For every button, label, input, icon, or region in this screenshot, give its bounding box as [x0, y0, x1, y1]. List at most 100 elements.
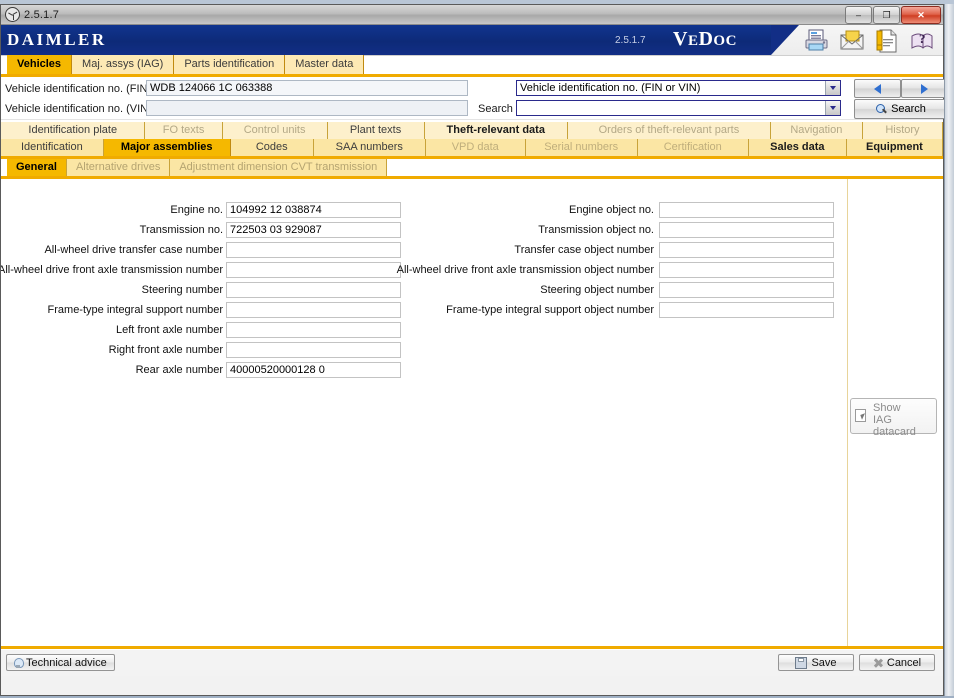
close-x-icon — [873, 658, 883, 668]
tab-certification[interactable]: Certification — [637, 139, 749, 156]
awd-front-axle-transmission-object-number-input[interactable] — [659, 262, 834, 278]
awd-transfer-case-number-input[interactable] — [226, 242, 401, 258]
field-row-awd-front-axle-transmission-object-number: All-wheel drive front axle transmission … — [397, 262, 654, 279]
tab-maj-assys-iag[interactable]: Maj. assys (IAG) — [72, 55, 175, 74]
help-icon[interactable]: ? — [909, 28, 935, 54]
maximize-button[interactable]: ❐ — [873, 6, 900, 24]
tertiary-tab-bar: General Alternative drives Adjustment di… — [1, 159, 943, 179]
rear-axle-number-input[interactable] — [226, 362, 401, 378]
tab-parts-identification[interactable]: Parts identification — [174, 55, 286, 74]
lightbulb-icon — [14, 657, 24, 668]
tab-codes[interactable]: Codes — [230, 139, 314, 156]
tab-serial-numbers[interactable]: Serial numbers — [525, 139, 638, 156]
tab-equipment[interactable]: Equipment — [846, 139, 944, 156]
frame-type-integral-support-number-label: Frame-type integral support number — [47, 304, 223, 316]
mail-icon[interactable] — [839, 28, 865, 54]
cancel-button[interactable]: Cancel — [859, 654, 935, 671]
field-row-awd-front-axle-transmission-number: All-wheel drive front axle transmission … — [1, 262, 223, 279]
arrow-right-icon — [921, 83, 928, 94]
awd-front-axle-transmission-number-input[interactable] — [226, 262, 401, 278]
field-row-engine-object-no: Engine object no. — [404, 202, 654, 219]
steering-object-number-label: Steering object number — [540, 284, 654, 296]
daimler-wordmark: DAIMLER — [7, 30, 107, 49]
show-iag-datacard-line1: Show — [873, 402, 901, 414]
technical-advice-button[interactable]: Technical advice — [6, 654, 115, 671]
transmission-object-no-input[interactable] — [659, 222, 834, 238]
tab-vehicles[interactable]: Vehicles — [7, 55, 73, 74]
tab-identification-plate[interactable]: Identification plate — [1, 122, 146, 139]
engine-no-label: Engine no. — [170, 204, 223, 216]
tab-history[interactable]: History — [862, 122, 944, 139]
banner-blue-shape — [1, 25, 799, 55]
right-front-axle-number-input[interactable] — [226, 342, 401, 358]
banner-icon-group: ? — [804, 26, 935, 55]
minimize-button[interactable]: – — [845, 6, 872, 24]
tab-control-units[interactable]: Control units — [222, 122, 328, 139]
tab-major-assemblies[interactable]: Major assemblies — [103, 139, 231, 156]
tab-identification[interactable]: Identification — [1, 139, 104, 156]
tab-master-data[interactable]: Master data — [285, 55, 365, 74]
next-record-button[interactable] — [901, 79, 948, 98]
field-row-frame-type-integral-support-object-number: Frame-type integral support object numbe… — [404, 302, 654, 319]
left-front-axle-number-input[interactable] — [226, 322, 401, 338]
tab-plant-texts[interactable]: Plant texts — [327, 122, 425, 139]
search-term-select[interactable] — [516, 100, 841, 116]
engine-object-no-input[interactable] — [659, 202, 834, 218]
tab-theft-relevant-data[interactable]: Theft-relevant data — [424, 122, 568, 139]
tab-vpd-data[interactable]: VPD data — [425, 139, 526, 156]
field-row-rear-axle-number: Rear axle number — [1, 362, 223, 379]
frame-type-integral-support-object-number-input[interactable] — [659, 302, 834, 318]
tab-alternative-drives[interactable]: Alternative drives — [66, 159, 171, 176]
search-button[interactable]: Search — [854, 99, 948, 119]
banner-version: 2.5.1.7 — [615, 35, 646, 46]
field-row-frame-type-integral-support-number: Frame-type integral support number — [1, 302, 223, 319]
vin-input[interactable] — [146, 100, 468, 116]
tab-saa-numbers[interactable]: SAA numbers — [313, 139, 426, 156]
search-button-label: Search — [891, 103, 926, 115]
previous-record-button[interactable] — [854, 79, 901, 98]
steering-object-number-input[interactable] — [659, 282, 834, 298]
tab-orders-of-theft-relevant-parts[interactable]: Orders of theft-relevant parts — [567, 122, 771, 139]
document-icon[interactable] — [874, 28, 900, 54]
transfer-case-object-number-input[interactable] — [659, 242, 834, 258]
chevron-down-icon[interactable] — [825, 101, 840, 115]
secondary-tab-bar: Identification plate FO texts Control un… — [1, 120, 944, 159]
major-assemblies-form: Engine no. Transmission no. All-wheel dr… — [1, 179, 943, 646]
save-button[interactable]: Save — [778, 654, 854, 671]
save-icon — [795, 656, 808, 669]
awd-front-axle-transmission-object-number-label: All-wheel drive front axle transmission … — [396, 264, 654, 276]
transfer-case-object-number-label: Transfer case object number — [514, 244, 654, 256]
awd-front-axle-transmission-number-label: All-wheel drive front axle transmission … — [1, 264, 223, 276]
tab-general[interactable]: General — [7, 159, 67, 176]
svg-text:?: ? — [919, 31, 926, 46]
save-label: Save — [811, 656, 837, 669]
search-criteria-select[interactable]: Vehicle identification no. (FIN or VIN) — [516, 80, 841, 96]
vehicle-search-panel: Vehicle identification no. (FIN) Vehicle… — [1, 77, 948, 120]
technical-advice-label: Technical advice — [26, 656, 107, 669]
tab-navigation[interactable]: Navigation — [770, 122, 863, 139]
vin-label: Vehicle identification no. (VIN) — [5, 103, 152, 115]
show-iag-datacard-button[interactable]: Show IAG datacard — [850, 398, 937, 438]
engine-no-input[interactable] — [226, 202, 401, 218]
window-title: 2.5.1.7 — [24, 8, 60, 21]
chevron-down-icon[interactable] — [825, 81, 840, 95]
tab-sales-data[interactable]: Sales data — [748, 139, 847, 156]
frame-type-integral-support-number-input[interactable] — [226, 302, 401, 318]
print-icon[interactable] — [804, 28, 830, 54]
mercedes-star-icon — [5, 7, 20, 22]
transmission-no-input[interactable] — [226, 222, 401, 238]
tab-adjustment-dimension-cvt-transmission[interactable]: Adjustment dimension CVT transmission — [170, 159, 388, 176]
fin-input[interactable] — [146, 80, 468, 96]
steering-number-input[interactable] — [226, 282, 401, 298]
footer-toolbar: Technical advice Save Cancel — [1, 649, 943, 676]
engine-object-no-label: Engine object no. — [568, 204, 654, 216]
tab-fo-texts[interactable]: FO texts — [145, 122, 223, 139]
field-row-awd-transfer-case-number: All-wheel drive transfer case number — [1, 242, 223, 259]
field-row-transmission-no: Transmission no. — [1, 222, 223, 239]
close-button[interactable]: ✕ — [901, 6, 941, 24]
field-row-steering-object-number: Steering object number — [404, 282, 654, 299]
window-right-scroll-strip[interactable] — [944, 4, 954, 696]
fin-label: Vehicle identification no. (FIN) — [5, 83, 152, 95]
search-criteria-value: Vehicle identification no. (FIN or VIN) — [520, 82, 701, 94]
secondary-tab-row-top: Identification plate FO texts Control un… — [1, 122, 944, 139]
